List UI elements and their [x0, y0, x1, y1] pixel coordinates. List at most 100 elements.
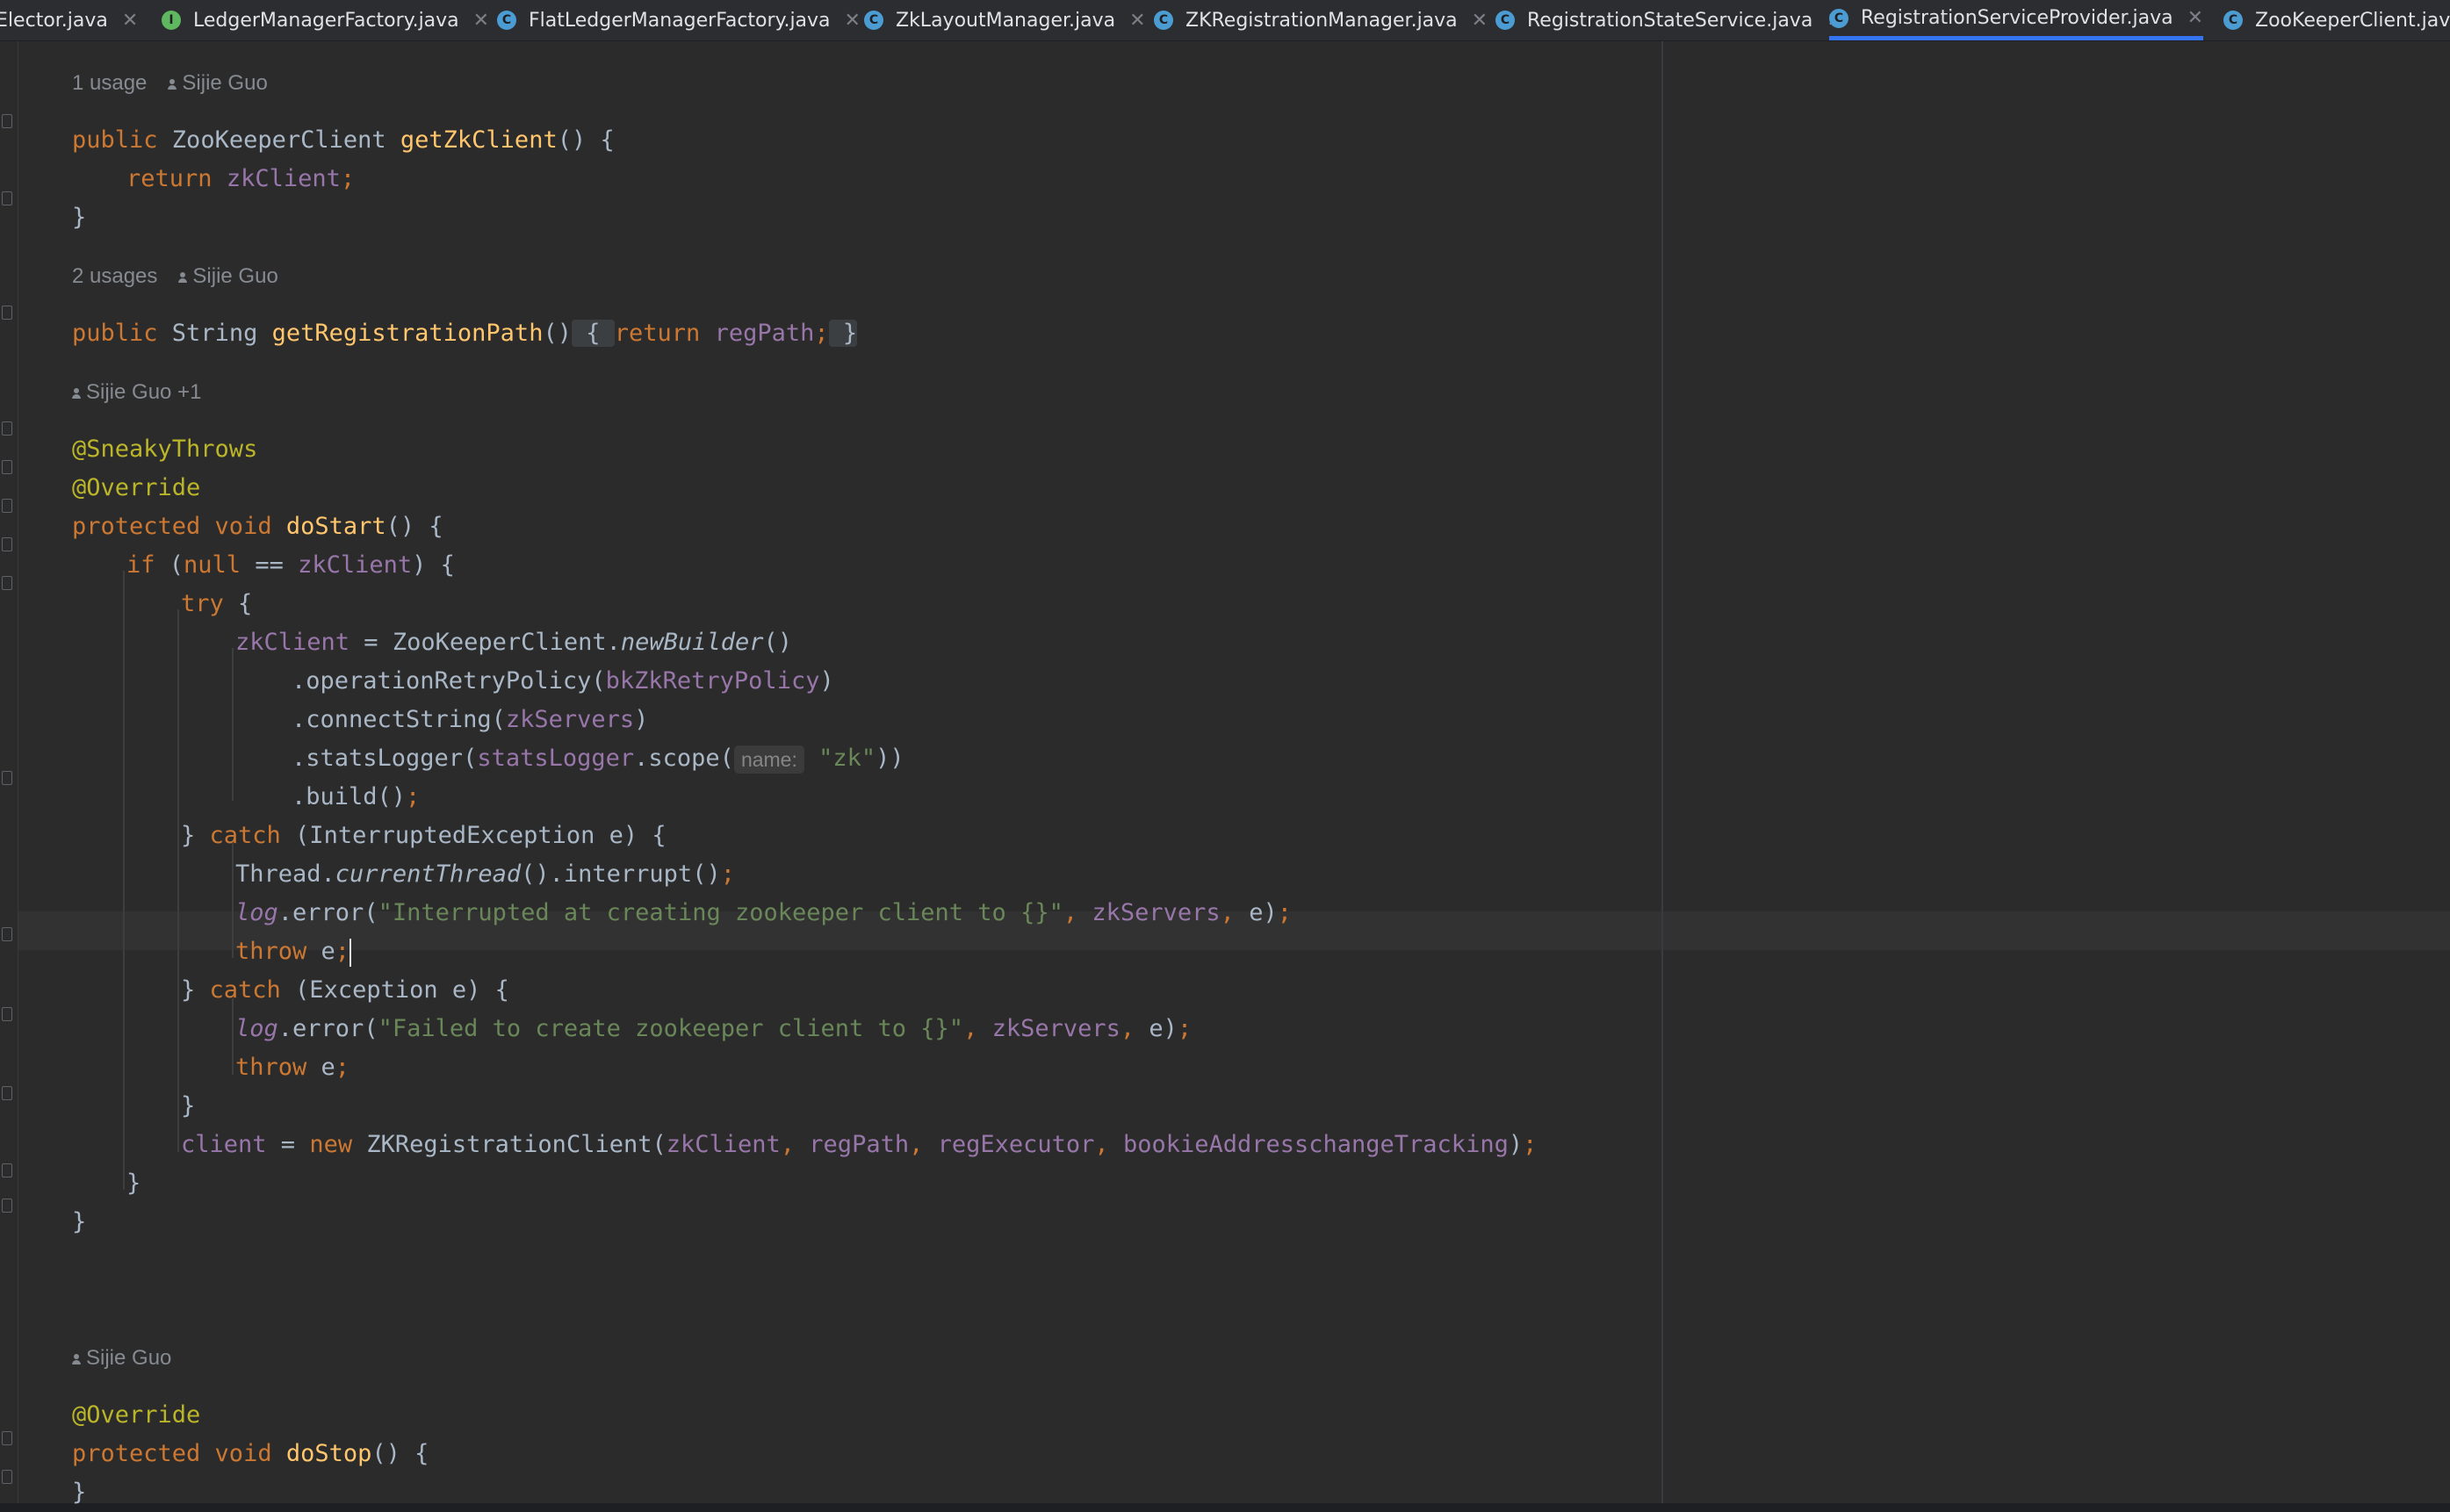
fold-icon[interactable] — [2, 1007, 12, 1021]
code-line[interactable]: public ZooKeeperClient getZkClient() { — [72, 121, 615, 160]
tab-label: RegistrationStateService.java — [1527, 9, 1813, 32]
tab-label: ZkLayoutManager.java — [896, 9, 1116, 32]
code-line[interactable]: } — [72, 198, 86, 237]
code-line[interactable]: .operationRetryPolicy(bkZkRetryPolicy) — [292, 662, 834, 701]
author-hint[interactable]: Sijie Guo — [72, 1343, 171, 1374]
author-hint[interactable]: Sijie Guo +1 — [72, 377, 201, 408]
text-caret — [349, 938, 352, 967]
indent-guide — [232, 998, 234, 1075]
right-margin-guide — [1661, 41, 1663, 1503]
tab-label: RegistrationServiceProvider.java — [1861, 7, 2173, 29]
code-line[interactable]: } catch (InterruptedException e) { — [181, 817, 667, 855]
fold-icon[interactable] — [2, 927, 12, 941]
person-icon — [168, 78, 177, 90]
close-icon[interactable]: ✕ — [473, 10, 489, 32]
code-line[interactable]: try { — [181, 585, 252, 623]
fold-icon[interactable] — [2, 460, 12, 474]
code-line[interactable]: } — [72, 1203, 86, 1242]
class-icon: C — [2223, 11, 2243, 30]
class-icon: C — [1829, 8, 1848, 28]
class-icon: C — [864, 11, 883, 30]
editor-tab[interactable]: C ZKRegistrationManager.java ✕ — [1154, 0, 1488, 40]
editor-tab[interactable]: rElector.java ✕ — [0, 0, 138, 40]
code-line[interactable]: @SneakyThrows — [72, 430, 257, 469]
fold-icon[interactable] — [2, 576, 12, 590]
class-icon: C — [497, 11, 516, 30]
code-line[interactable]: } — [72, 1473, 86, 1512]
folded-region[interactable]: } — [828, 320, 858, 347]
person-icon — [72, 387, 81, 399]
code-line[interactable]: @Override — [72, 1396, 200, 1435]
close-icon[interactable]: ✕ — [2187, 7, 2203, 29]
code-line[interactable]: .build(); — [292, 778, 420, 817]
code-editor[interactable]: 1 usage Sijie Guo public ZooKeeperClient … — [0, 41, 2450, 1506]
fold-icon[interactable] — [2, 306, 12, 320]
author-hint[interactable]: Sijie Guo — [168, 68, 268, 99]
fold-icon[interactable] — [2, 1431, 12, 1445]
code-vision-hint[interactable]: 2 usages Sijie Guo — [72, 261, 278, 292]
tab-label: ZooKeeperClient.java — [2255, 9, 2450, 32]
close-icon[interactable]: ✕ — [845, 10, 861, 32]
fold-icon[interactable] — [2, 114, 12, 128]
close-icon[interactable]: ✕ — [1472, 10, 1488, 32]
code-vision-hint[interactable]: Sijie Guo +1 — [72, 377, 201, 408]
editor-tab[interactable]: C ZkLayoutManager.java ✕ — [864, 0, 1146, 40]
author-hint[interactable]: Sijie Guo — [178, 261, 278, 292]
tab-label: FlatLedgerManagerFactory.java — [529, 9, 831, 32]
editor-tab[interactable]: C FlatLedgerManagerFactory.java ✕ — [497, 0, 861, 40]
code-line[interactable]: log.error("Interrupted at creating zooke… — [235, 894, 1292, 932]
code-vision-hint[interactable]: Sijie Guo — [72, 1343, 171, 1374]
fold-icon[interactable] — [2, 771, 12, 785]
code-line[interactable]: } — [126, 1164, 141, 1203]
fold-icon[interactable] — [2, 499, 12, 513]
fold-icon[interactable] — [2, 191, 12, 205]
code-line[interactable]: log.error("Failed to create zookeeper cl… — [235, 1010, 1192, 1048]
indent-guide — [177, 609, 179, 1152]
code-line[interactable]: zkClient = ZooKeeperClient.newBuilder() — [235, 623, 792, 662]
indent-guide — [232, 843, 234, 958]
close-icon[interactable]: ✕ — [122, 10, 138, 32]
usages-count[interactable]: 2 usages — [72, 264, 157, 288]
code-line[interactable]: throw e; — [235, 1048, 349, 1087]
fold-icon[interactable] — [2, 1086, 12, 1100]
fold-icon[interactable] — [2, 1163, 12, 1177]
interface-icon: I — [162, 11, 181, 30]
code-vision-hint[interactable]: 1 usage Sijie Guo — [72, 68, 268, 99]
fold-icon[interactable] — [2, 421, 12, 436]
code-line[interactable]: } catch (Exception e) { — [181, 971, 509, 1010]
editor-gutter[interactable] — [0, 41, 18, 1503]
editor-tab-bar: rElector.java ✕ I LedgerManagerFactory.java… — [0, 0, 2450, 41]
fold-icon[interactable] — [2, 1470, 12, 1484]
code-line[interactable]: Thread.currentThread().interrupt(); — [235, 855, 735, 894]
class-icon: C — [1154, 11, 1173, 30]
code-line[interactable]: } — [181, 1087, 195, 1126]
tab-label: LedgerManagerFactory.java — [193, 9, 459, 32]
code-line[interactable]: .connectString(zkServers) — [292, 701, 648, 739]
code-line[interactable]: .statsLogger(statsLogger.scope(name: "zk… — [292, 739, 904, 778]
code-line[interactable]: @Override — [72, 469, 200, 508]
close-icon[interactable]: ✕ — [1129, 10, 1145, 32]
code-line[interactable]: public String getRegistrationPath() { re… — [72, 314, 858, 353]
code-line[interactable]: return zkClient; — [126, 160, 355, 198]
tab-label: ZKRegistrationManager.java — [1185, 9, 1458, 32]
code-line[interactable]: protected void doStart() { — [72, 508, 443, 546]
code-line[interactable]: throw e; — [235, 932, 352, 971]
folded-region[interactable]: { — [571, 320, 615, 347]
editor-tab[interactable]: C ZooKeeperClient.java — [2223, 0, 2450, 40]
person-icon — [178, 271, 188, 283]
tab-label: rElector.java — [0, 9, 108, 32]
code-line[interactable]: protected void doStop() { — [72, 1435, 429, 1473]
code-line[interactable]: client = new ZKRegistrationClient(zkClie… — [181, 1126, 1537, 1164]
fold-icon[interactable] — [2, 1199, 12, 1213]
parameter-name-hint: name: — [733, 745, 804, 774]
editor-tab[interactable]: I LedgerManagerFactory.java ✕ — [162, 0, 489, 40]
editor-tab[interactable]: C RegistrationServiceProvider.java ✕ — [1829, 0, 2204, 40]
usages-count[interactable]: 1 usage — [72, 71, 147, 95]
indent-guide — [232, 648, 234, 801]
indent-guide — [123, 571, 125, 1190]
person-icon — [72, 1353, 81, 1364]
editor-tab[interactable]: CRegistrationStateService.java✕ — [1495, 0, 1843, 40]
fold-icon[interactable] — [2, 537, 12, 551]
code-line[interactable]: if (null == zkClient) { — [126, 546, 455, 585]
class-icon: C — [1495, 11, 1515, 30]
